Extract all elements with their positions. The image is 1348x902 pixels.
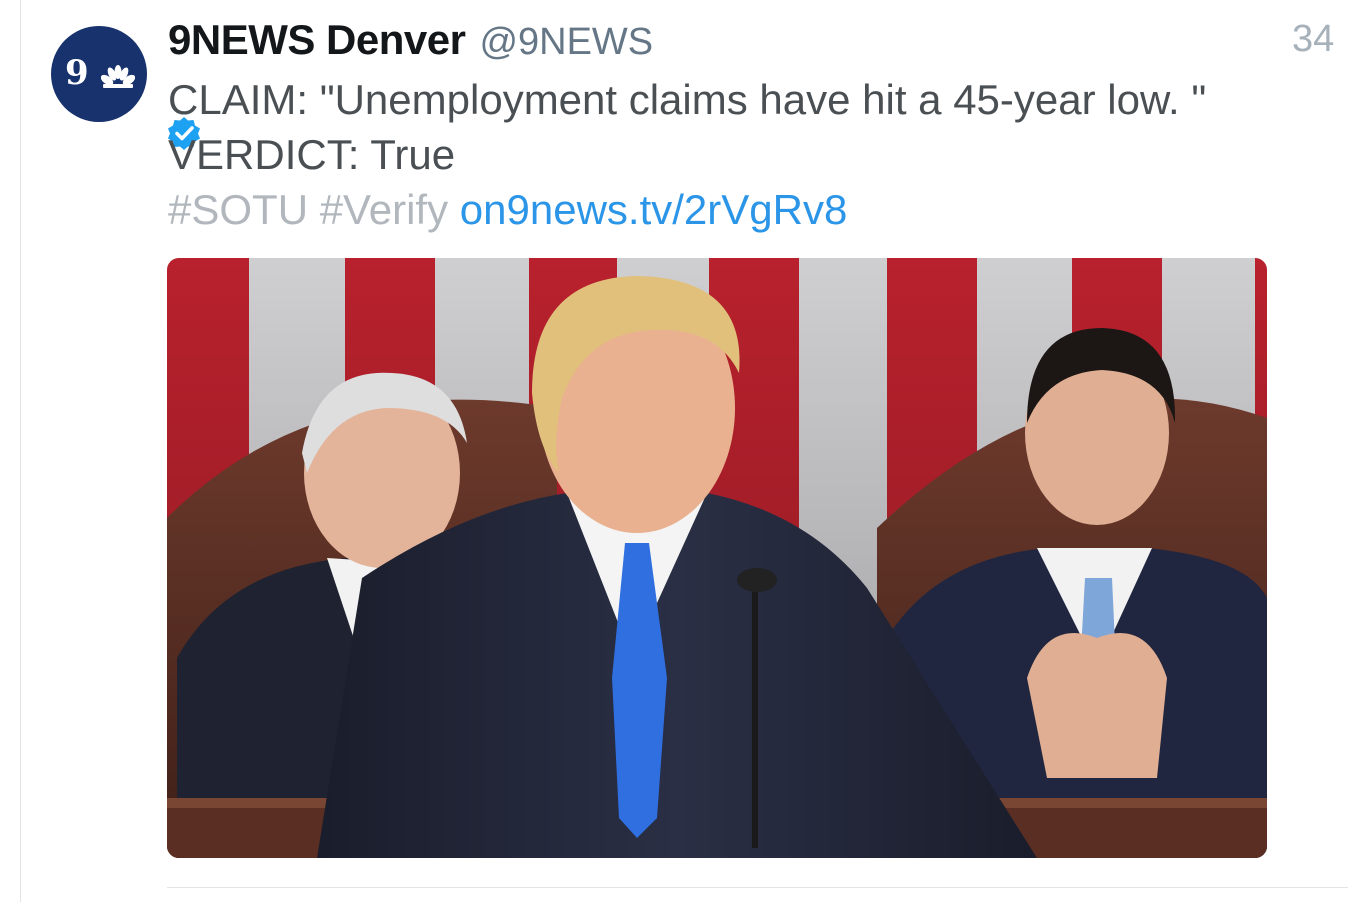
tweet-link[interactable]: on9news.tv/2rVgRv8 [460,186,848,233]
tweet-divider [167,887,1348,888]
verdict-line: VERDICT: True [168,131,456,178]
avatar-logo-text: 9 [65,53,89,93]
tweet-text: CLAIM: "Unemployment claims have hit a 4… [168,72,1348,237]
tweet-timestamp[interactable]: 34 [1292,18,1348,61]
profile-avatar[interactable]: 9 [51,26,202,151]
timeline-border [20,0,21,902]
display-name[interactable]: 9NEWS Denver [168,16,466,64]
tweet-screen: 9 9NEWS Denver @9NEWS 34 CLAIM: "Unemplo… [0,0,1348,902]
tweet-media-photo[interactable] [167,258,1267,858]
hashtag-sotu[interactable]: #SOTU [168,186,308,233]
photo-illustration [167,258,1267,858]
claim-line: CLAIM: "Unemployment claims have hit a 4… [168,76,1207,123]
hashtag-verify[interactable]: #Verify [320,186,448,233]
user-handle[interactable]: @9NEWS [479,21,653,64]
tags-line: #SOTU #Verify on9news.tv/2rVgRv8 [168,182,1348,237]
peacock-logo-icon [101,65,135,88]
tweet-header: 9NEWS Denver @9NEWS [168,16,653,72]
